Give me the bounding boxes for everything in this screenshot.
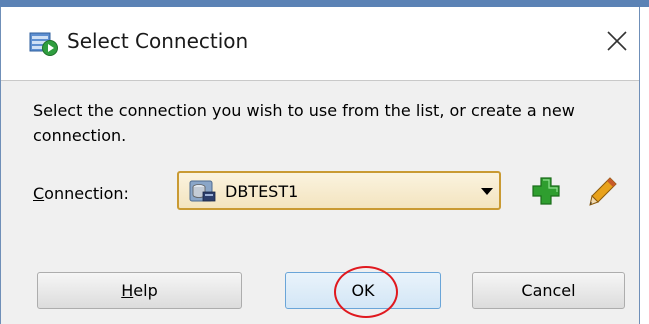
help-button[interactable]: Help [37,272,242,309]
connection-label-text: onnection: [44,184,129,203]
window-top-border [0,0,649,7]
ok-button[interactable]: OK [285,272,441,309]
title-bar[interactable]: Select Connection [1,7,639,81]
dialog-body: Select the connection you wish to use fr… [1,81,639,324]
select-connection-dialog: Select Connection Select the connection … [0,7,640,324]
database-run-icon [29,32,58,56]
plus-icon[interactable] [531,176,561,206]
dialog-title: Select Connection [67,29,249,53]
instruction-text: Select the connection you wish to use fr… [33,101,575,145]
connection-selected-value: DBTEST1 [225,182,299,201]
database-connection-icon [189,180,216,202]
close-icon[interactable] [601,25,633,57]
connection-label-mnemonic: C [33,184,45,203]
chevron-down-icon[interactable] [481,188,493,196]
help-mnemonic: H [121,281,134,300]
pencil-icon[interactable] [586,174,620,208]
help-label: elp [133,281,158,300]
window-right-margin [640,7,649,324]
connection-label: Connection: [33,184,129,203]
cancel-button[interactable]: Cancel [472,272,625,309]
connection-dropdown[interactable]: DBTEST1 [177,171,501,210]
